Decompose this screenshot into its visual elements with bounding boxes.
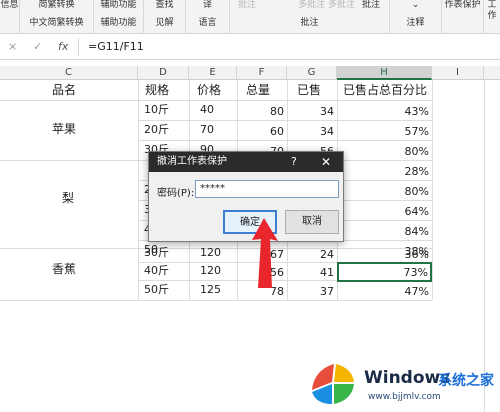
protect-workbook-button[interactable]: 工作 [484, 0, 500, 34]
ribbon: 信息 简繁转换 中文简繁转换 辅助功能 辅助功能 查找 见解 译 语言 批注 多… [0, 0, 500, 34]
formula-separator [78, 38, 79, 56]
cell-price[interactable]: 125 [200, 281, 221, 299]
column-header-d[interactable]: D [138, 66, 189, 80]
cell-sold[interactable]: 41 [287, 264, 334, 282]
column-header-bar: C D E F G H I [0, 66, 500, 80]
dialog-title: 撤消工作表保护 [157, 156, 227, 167]
close-icon[interactable]: ✕ [321, 152, 331, 172]
protect-sheet-label: 作表保护 [444, 0, 481, 10]
formula-input[interactable]: =G11/F11 [88, 40, 144, 53]
cell-pct[interactable]: 80% [337, 183, 429, 201]
header-spec[interactable]: 规格 [145, 81, 169, 99]
cell-pct[interactable]: 84% [337, 223, 429, 241]
info-label: 信息 [0, 0, 19, 10]
cell-spec[interactable]: 20斤 [144, 121, 169, 139]
watermark-site-name: 系统之家 [438, 373, 494, 389]
ribbon-group-accessibility: 辅助功能 辅助功能 [94, 0, 144, 34]
header-total[interactable]: 总量 [246, 81, 270, 99]
cell-total[interactable]: 60 [237, 123, 284, 141]
windows-logo-icon [312, 364, 354, 404]
accessibility-button[interactable]: 辅助功能 [94, 0, 143, 11]
insights-group-label: 见解 [155, 18, 174, 28]
column-header-h[interactable]: H [337, 66, 432, 80]
cell-price[interactable]: 120 [200, 262, 221, 280]
chinese-conversion-group-label: 中文简繁转换 [29, 18, 84, 28]
column-header-c[interactable]: C [0, 66, 138, 80]
cell-pct[interactable]: 47% [337, 283, 429, 301]
gridline [432, 80, 433, 300]
help-icon[interactable]: ? [291, 152, 297, 172]
cell-spec[interactable]: 40斤 [144, 262, 169, 280]
header-sold[interactable]: 已售 [297, 81, 321, 99]
gridline [138, 80, 139, 300]
column-header-e[interactable]: E [189, 66, 237, 80]
cell-sold[interactable]: 37 [287, 283, 334, 301]
ribbon-group-chinese-conversion: 简繁转换 中文简繁转换 [20, 0, 94, 34]
ribbon-group-notes: ⌄ 注释 [390, 0, 442, 34]
cancel-formula-icon[interactable]: × [8, 40, 17, 53]
notes-group-label: 注释 [406, 18, 425, 28]
formula-bar: × ✓ fx =G11/F11 [0, 34, 500, 60]
cell-spec[interactable]: 10斤 [144, 101, 169, 119]
cell-price[interactable]: 120 [200, 244, 221, 262]
notes-chevron-icon[interactable]: ⌄ [390, 0, 441, 11]
red-arrow-annotation [252, 218, 278, 288]
ribbon-group-info[interactable]: 信息 [0, 0, 20, 34]
cancel-button[interactable]: 取消 [285, 210, 339, 234]
cell-sold[interactable]: 34 [287, 103, 334, 121]
header-pct[interactable]: 已售占总百分比 [343, 81, 427, 99]
cell-pct[interactable]: 57% [337, 123, 429, 141]
header-name[interactable]: 品名 [52, 81, 76, 99]
group-apple[interactable]: 苹果 [52, 120, 76, 138]
column-header-f[interactable]: F [237, 66, 287, 80]
protect-workbook-label: 工作 [487, 0, 497, 21]
header-price[interactable]: 价格 [197, 81, 221, 99]
ribbon-group-insights: 查找 见解 [144, 0, 186, 34]
unprotect-sheet-dialog: 撤消工作表保护 ? ✕ 密码(P): ***** 确定 取消 [148, 151, 344, 242]
cell-pct[interactable]: 43% [337, 103, 429, 121]
language-group-label: 语言 [198, 18, 217, 28]
cell-sold[interactable]: 34 [287, 123, 334, 141]
password-input[interactable]: ***** [195, 180, 339, 198]
column-header-i[interactable]: I [432, 66, 484, 80]
comment-button[interactable]: 批注 [362, 0, 389, 11]
accessibility-group-label: 辅助功能 [100, 18, 137, 28]
cell-pct[interactable]: 64% [337, 203, 429, 221]
cell-spec[interactable]: 30斤 [144, 244, 169, 262]
dialog-title-bar[interactable]: 撤消工作表保护 ? ✕ [149, 152, 343, 172]
cell-pct[interactable]: 28% [337, 163, 429, 181]
cell-price[interactable]: 70 [200, 121, 214, 139]
cell-pct[interactable]: 80% [337, 143, 429, 161]
selected-cell-pct[interactable]: 73% [337, 262, 432, 282]
protect-sheet-button[interactable]: 作表保护 [442, 0, 484, 34]
comments-group-label: 批注 [300, 18, 319, 28]
simp-conversion-button[interactable]: 简繁转换 [20, 0, 93, 11]
cell-total[interactable]: 80 [237, 103, 284, 121]
watermark-url: www.bjjmlv.com [368, 392, 441, 402]
translate-button[interactable]: 译 [186, 0, 229, 11]
lookup-button[interactable]: 查找 [144, 0, 185, 11]
group-pear[interactable]: 梨 [62, 189, 74, 207]
fx-icon[interactable]: fx [58, 40, 68, 53]
cell-price[interactable]: 40 [200, 101, 214, 119]
cell-spec[interactable]: 50斤 [144, 281, 169, 299]
gridline [0, 100, 432, 101]
group-banana[interactable]: 香蕉 [52, 260, 76, 278]
ribbon-group-comments: 批注 多批注 多批注 批注 批注 [230, 0, 390, 34]
watermark: Windows 系统之家 www.bjjmlv.com [304, 358, 500, 412]
ribbon-group-language: 译 语言 [186, 0, 230, 34]
cell-sold[interactable]: 24 [287, 246, 334, 264]
confirm-formula-icon[interactable]: ✓ [33, 40, 42, 53]
column-header-g[interactable]: G [287, 66, 337, 80]
password-label: 密码(P): [157, 188, 195, 199]
